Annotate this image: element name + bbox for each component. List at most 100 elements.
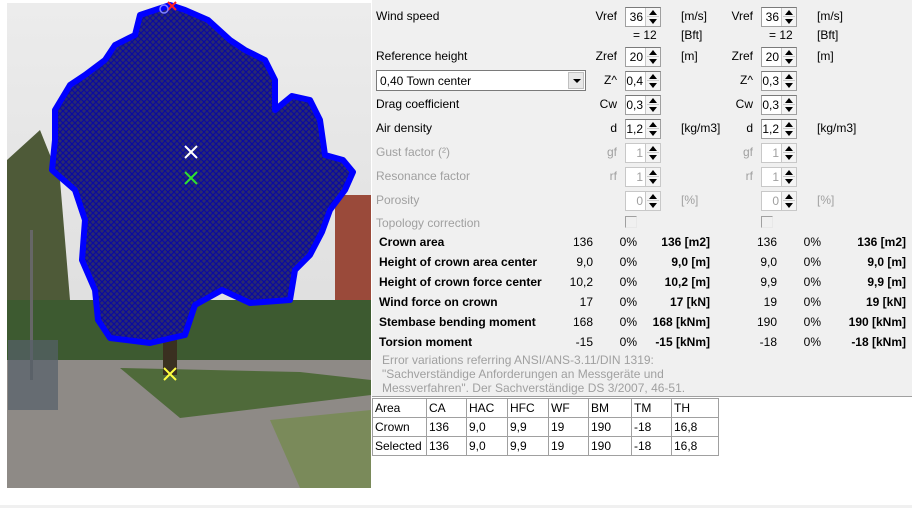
wind_speed-input[interactable]: 36 xyxy=(625,7,661,27)
table-cell: 19 xyxy=(548,417,589,437)
arrow-up-icon xyxy=(785,98,793,103)
gust-input-2-value: 1 xyxy=(772,146,779,160)
column-header[interactable]: BM xyxy=(588,398,632,418)
arrow-down-icon xyxy=(785,59,793,64)
ref_height-input-spinner-icon[interactable] xyxy=(645,48,660,66)
arrow-down-icon xyxy=(649,203,657,208)
air-input-2-spinner-icon[interactable] xyxy=(781,120,796,138)
resonance-input-2-value: 1 xyxy=(772,170,779,184)
arrow-down-icon xyxy=(785,131,793,136)
gust-input-2[interactable]: 1 xyxy=(761,143,797,163)
table-cell: 9,0 xyxy=(466,417,508,437)
ref_height-input[interactable]: 20 xyxy=(625,47,661,67)
roughness-input-2-spinner-icon[interactable] xyxy=(781,72,796,90)
resonance-input[interactable]: 1 xyxy=(625,167,661,187)
result-value-2: 9,9 xyxy=(760,275,777,289)
drag-input[interactable]: 0,3 xyxy=(625,95,661,115)
arrow-down-icon xyxy=(649,179,657,184)
result-value-bold: 9,0 [m] xyxy=(671,255,710,269)
wind-load-panel: Wind speed Vref Vref 36 36 [m/s] [m/s] Referenc… xyxy=(372,0,912,505)
resonance-label: Resonance factor xyxy=(376,169,471,183)
roughness-input-spinner-icon[interactable] xyxy=(645,72,660,90)
roughness-symbol-2: Z^ xyxy=(740,73,753,87)
chevron-down-icon[interactable] xyxy=(568,72,584,89)
ref_height-input-2[interactable]: 20 xyxy=(761,47,797,67)
porosity-input-2-spinner-icon[interactable] xyxy=(781,192,796,210)
arrow-up-icon xyxy=(649,170,657,175)
air-unit-2: [kg/m3] xyxy=(817,121,857,135)
roughness-input-2[interactable]: 0,3 xyxy=(761,71,797,91)
gust-symbol: gf xyxy=(606,145,617,159)
result-value: 168 xyxy=(572,315,593,329)
resonance-input-spinner-icon[interactable] xyxy=(645,168,660,186)
roughness-input[interactable]: 0,4 xyxy=(625,71,661,91)
air-input[interactable]: 1,2 xyxy=(625,119,661,139)
topology-checkbox[interactable] xyxy=(625,216,637,228)
result-label: Stembase bending moment xyxy=(379,315,536,329)
porosity-input[interactable]: 0 xyxy=(625,191,661,211)
air-unit: [kg/m3] xyxy=(681,121,721,135)
result-value-2: 136 xyxy=(756,235,777,249)
wind_speed-input-2-value: 36 xyxy=(765,10,779,24)
table-cell: -18 xyxy=(631,417,672,437)
result-value-bold-2: 9,9 [m] xyxy=(867,275,906,289)
gust-input-2-spinner-icon[interactable] xyxy=(781,144,796,162)
air-input-2[interactable]: 1,2 xyxy=(761,119,797,139)
arrow-down-icon xyxy=(785,19,793,24)
table-cell: 19 xyxy=(548,436,589,456)
column-header[interactable]: HAC xyxy=(466,398,508,418)
tree-photo-canvas[interactable] xyxy=(0,0,372,505)
gust-input-spinner-icon[interactable] xyxy=(645,144,660,162)
result-value-2: 19 xyxy=(763,295,777,309)
resonance-symbol: rf xyxy=(609,169,617,183)
summary-table: Area CA HAC HFC WF BM TM TH Crown 136 9,0 9,9 19 190-… xyxy=(372,398,719,456)
resonance-input-2-spinner-icon[interactable] xyxy=(781,168,796,186)
porosity-input-2-value: 0 xyxy=(772,194,779,208)
porosity-label: Porosity xyxy=(376,193,420,207)
column-header[interactable]: TM xyxy=(631,398,672,418)
porosity-input-spinner-icon[interactable] xyxy=(645,192,660,210)
drag-input-spinner-icon[interactable] xyxy=(645,96,660,114)
terrain-roughness-dropdown[interactable]: 0,40 Town center xyxy=(376,70,586,91)
air-input-2-value: 1,2 xyxy=(762,122,779,136)
ref_height-input-value: 20 xyxy=(629,50,643,64)
tree-photo[interactable] xyxy=(0,0,372,505)
table-row[interactable]: Crown 136 9,0 9,9 19 190 -18 16,8 xyxy=(372,417,719,437)
porosity-unit-2: [%] xyxy=(817,193,835,207)
column-header[interactable]: WF xyxy=(548,398,589,418)
ref_height-input-2-spinner-icon[interactable] xyxy=(781,48,796,66)
gust-input[interactable]: 1 xyxy=(625,143,661,163)
result-value-2: -18 xyxy=(759,335,777,349)
result-value-bold: 168 [kNm] xyxy=(652,315,710,329)
column-header[interactable]: HFC xyxy=(507,398,549,418)
resonance-input-2[interactable]: 1 xyxy=(761,167,797,187)
air-input-value: 1,2 xyxy=(626,122,643,136)
ref_height-input-2-value: 20 xyxy=(765,50,779,64)
table-cell: -18 xyxy=(631,436,672,456)
arrow-up-icon xyxy=(785,194,793,199)
table-cell: 9,9 xyxy=(507,417,549,437)
wind_speed-input-spinner-icon[interactable] xyxy=(645,8,660,26)
column-header[interactable]: Area xyxy=(372,398,427,418)
topology-label: Topology correction xyxy=(376,216,481,230)
air-input-spinner-icon[interactable] xyxy=(645,120,660,138)
arrow-down-icon xyxy=(649,107,657,112)
ref_height-symbol: Zref xyxy=(595,49,617,63)
drag-input-2-spinner-icon[interactable] xyxy=(781,96,796,114)
note-line-3: Messverfahren". Der Sachverständige DS 3… xyxy=(382,381,686,395)
air-label: Air density xyxy=(376,121,433,135)
column-header[interactable]: TH xyxy=(671,398,719,418)
result-value-bold-2: 19 [kN] xyxy=(865,295,906,309)
wind_speed-input-2-spinner-icon[interactable] xyxy=(781,8,796,26)
roughness-input-2-value: 0,3 xyxy=(762,74,779,88)
result-label: Torsion moment xyxy=(379,335,473,349)
roughness-input-value: 0,4 xyxy=(626,74,643,88)
wind_speed-input-2[interactable]: 36 xyxy=(761,7,797,27)
topology-checkbox-2[interactable] xyxy=(761,216,773,228)
drag-input-2[interactable]: 0,3 xyxy=(761,95,797,115)
porosity-input-2[interactable]: 0 xyxy=(761,191,797,211)
arrow-down-icon xyxy=(649,83,657,88)
table-row[interactable]: Selected 136 9,0 9,9 19 190 -18 16,8 xyxy=(372,436,719,456)
wind_speed-symbol-2: Vref xyxy=(731,9,753,23)
column-header[interactable]: CA xyxy=(426,398,467,418)
